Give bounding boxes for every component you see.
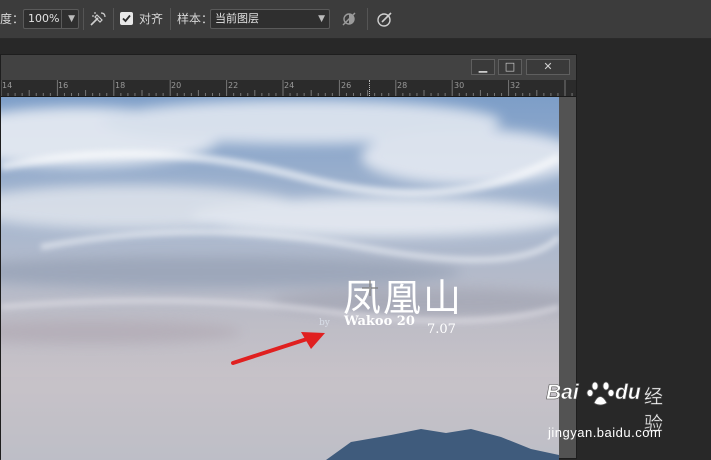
sample-value: 当前图层 bbox=[215, 12, 259, 25]
chevron-down-icon: ▼ bbox=[68, 14, 75, 24]
restore-button[interactable]: □ bbox=[498, 59, 522, 75]
ruler-number: 20 bbox=[171, 81, 182, 90]
close-icon: ✕ bbox=[543, 60, 553, 73]
airbrush-pressure-icon[interactable] bbox=[89, 10, 107, 28]
checkmark-icon bbox=[122, 14, 131, 23]
separator bbox=[83, 8, 84, 30]
ruler-number: 16 bbox=[58, 81, 69, 90]
opacity-value: 100% bbox=[28, 12, 60, 25]
photo-byline-left: Wakoo 20 bbox=[344, 314, 415, 329]
baidu-brand-bai: Bai bbox=[546, 381, 579, 405]
baidu-brand-du: du bbox=[615, 381, 641, 405]
sample-dropdown[interactable]: 当前图层 ▼ bbox=[210, 9, 330, 29]
align-label: 对齐 bbox=[139, 12, 164, 26]
sky-photo bbox=[1, 97, 559, 460]
ruler-number: 18 bbox=[115, 81, 126, 90]
dropdown-divider bbox=[61, 10, 62, 28]
opacity-dropdown[interactable]: 100% ▼ bbox=[23, 9, 79, 29]
red-arrow-annotation-icon bbox=[231, 332, 325, 365]
minimize-icon: ▁ bbox=[478, 60, 488, 73]
baidu-url: jingyan.baidu.com bbox=[548, 425, 662, 440]
align-checkbox[interactable] bbox=[120, 12, 133, 25]
options-bar: 度： 100% ▼ 对齐 样本： 当前图层 ▼ bbox=[0, 0, 711, 39]
horizontal-ruler[interactable]: 14 16 18 20 22 24 26 28 30 32 bbox=[1, 80, 576, 97]
separator bbox=[113, 8, 114, 30]
ruler-number: 22 bbox=[228, 81, 239, 90]
ruler-number: 28 bbox=[397, 81, 408, 90]
ruler-number: 14 bbox=[2, 81, 13, 90]
restore-icon: □ bbox=[504, 60, 516, 73]
opacity-label: 度： bbox=[0, 12, 25, 26]
sample-label: 样本： bbox=[177, 12, 214, 26]
minimize-button[interactable]: ▁ bbox=[471, 59, 495, 75]
document-titlebar: ▁ □ ✕ bbox=[1, 55, 576, 80]
separator bbox=[367, 8, 368, 30]
ignore-adjustment-layers-icon[interactable] bbox=[340, 10, 358, 28]
ruler-number: 24 bbox=[284, 81, 295, 90]
ruler-number: 32 bbox=[510, 81, 521, 90]
ruler-cursor-marker bbox=[369, 80, 371, 96]
close-button[interactable]: ✕ bbox=[526, 59, 570, 75]
image-canvas[interactable]: 凤凰山 by Wakoo 20 7.07 bbox=[1, 97, 559, 460]
separator bbox=[170, 8, 171, 30]
clone-stamp-crosshair-icon bbox=[362, 280, 378, 296]
photo-byline-right: 7.07 bbox=[427, 322, 456, 337]
pressure-size-icon[interactable] bbox=[376, 10, 394, 28]
chevron-down-icon: ▼ bbox=[318, 14, 325, 24]
baidu-paw-icon bbox=[586, 381, 615, 406]
ruler-number: 30 bbox=[454, 81, 465, 90]
document-window: ▁ □ ✕ 14 16 18 20 22 24 26 28 30 32 凤凰山 … bbox=[0, 54, 577, 460]
ruler-number: 26 bbox=[341, 81, 352, 90]
